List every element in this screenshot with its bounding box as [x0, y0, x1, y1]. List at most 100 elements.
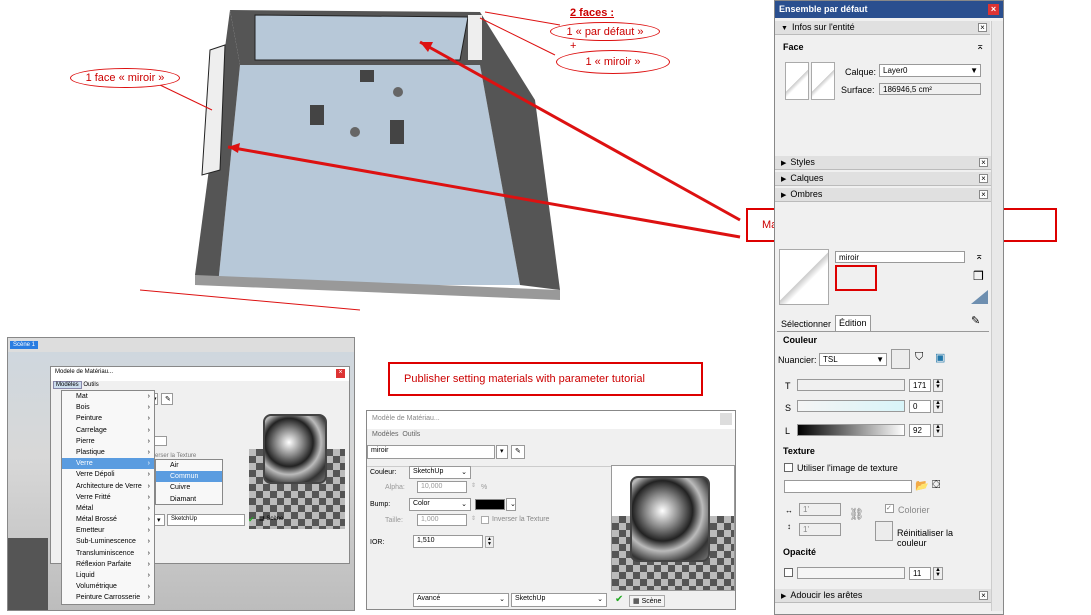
bump-color-swatch[interactable] — [475, 499, 505, 510]
browse-folder-icon[interactable]: 📂 — [915, 479, 929, 492]
menu-item-emetteur[interactable]: Emetteur › — [62, 525, 154, 536]
menu-item-architecture-verre[interactable]: Architecture de Verre › — [62, 481, 154, 492]
invert-checkbox[interactable] — [481, 516, 489, 524]
menu-item-peinture-carrosserie[interactable]: Peinture Carrosserie › — [62, 592, 154, 603]
t-value[interactable]: 171 — [909, 379, 931, 392]
material-name-field[interactable]: miroir — [367, 445, 495, 459]
menu-item-metal[interactable]: Métal › — [62, 503, 154, 514]
eyedropper-icon[interactable]: ✎ — [511, 445, 525, 459]
create-material-icon[interactable]: ❒ — [973, 269, 984, 283]
menu-item-verre-fritte[interactable]: Verre Fritté › — [62, 492, 154, 503]
menu-item-pierre[interactable]: Pierre › — [62, 436, 154, 447]
opacity-slider[interactable] — [797, 567, 905, 579]
use-texture-checkbox[interactable] — [784, 463, 793, 472]
menu-item-metal-brosse[interactable]: Métal Brossé › — [62, 514, 154, 525]
section-ombres[interactable]: ▶ Ombres × — [775, 188, 991, 202]
close-icon[interactable] — [720, 413, 732, 425]
small-bump-color[interactable] — [153, 436, 167, 446]
color-swatch[interactable] — [891, 349, 910, 369]
taille-spinner[interactable]: ⇕ — [471, 515, 476, 522]
submenu-item-cuivre[interactable]: Cuivre — [156, 482, 222, 493]
nuancier-select[interactable]: TSL ▼ — [819, 353, 887, 366]
link-chain-icon[interactable]: ⛓ — [849, 507, 864, 521]
section-styles[interactable]: ▶ Styles × — [775, 156, 991, 170]
menu-item-carrelage[interactable]: Carrelage › — [62, 425, 154, 436]
scene-button[interactable]: ▦ Scène — [259, 515, 283, 522]
texture-height[interactable]: 1' — [799, 523, 841, 536]
eyedropper-icon[interactable]: ✎ — [161, 393, 173, 405]
texture-width[interactable]: 1' — [799, 503, 841, 516]
s-value[interactable]: 0 — [909, 400, 931, 413]
menu-item-verre[interactable]: Verre › — [62, 458, 154, 470]
menu-tools[interactable]: Outils — [83, 382, 98, 388]
l-slider[interactable] — [797, 424, 905, 436]
section-adoucir[interactable]: ▶ Adoucir les arêtes × — [775, 589, 991, 603]
edit-texture-icon[interactable]: ⛋ — [932, 479, 940, 492]
menu-models[interactable]: Modèles — [372, 431, 398, 438]
bump-color-dropdown[interactable]: ⌄ — [506, 498, 516, 511]
submenu-item-air[interactable]: Air — [156, 460, 222, 471]
tab-edit[interactable]: Édition — [835, 315, 871, 331]
taille-field[interactable]: 1,000 — [417, 514, 467, 526]
submenu-item-diamant[interactable]: Diamant — [156, 494, 222, 505]
entity-info-header[interactable]: ▼ Infos sur l'entité × — [775, 21, 990, 35]
advanced-select[interactable]: Avancé ⌄ — [413, 593, 509, 607]
menu-models[interactable]: Modèles — [53, 381, 82, 389]
menu-item-transluminiscence[interactable]: Transluminiscence › — [62, 548, 154, 559]
menu-item-plastique[interactable]: Plastique › — [62, 447, 154, 458]
close-icon[interactable]: × — [978, 23, 987, 32]
pin-icon[interactable]: ⌅ — [975, 251, 983, 262]
calque-select[interactable]: Layer0 ▼ — [879, 64, 981, 77]
reset-color-swatch[interactable] — [875, 521, 893, 541]
tray-scrollbar[interactable] — [991, 21, 1003, 611]
material-name-field[interactable]: miroir — [835, 251, 965, 263]
menu-tools[interactable]: Outils — [402, 431, 420, 438]
couleur-select[interactable]: SketchUp ⌄ — [409, 466, 471, 479]
check-icon[interactable]: ✔ — [615, 594, 623, 605]
menu-item-liquid[interactable]: Liquid › — [62, 570, 154, 581]
menu-item-bois[interactable]: Bois › — [62, 402, 154, 413]
opacity-value[interactable]: 11 — [909, 567, 931, 580]
t-spinner[interactable]: ▲ ▼ — [933, 379, 943, 392]
opacity-checkbox[interactable] — [784, 568, 793, 577]
texture-path-field[interactable] — [784, 480, 912, 493]
menu-item-sub-luminescence[interactable]: Sub-Luminescence › — [62, 536, 154, 547]
menu-item-mat[interactable]: Mat › — [62, 391, 154, 402]
bump-select[interactable]: Color ⌄ — [409, 498, 471, 511]
l-value[interactable]: 92 — [909, 424, 931, 437]
colorier-checkbox[interactable]: ✓ — [885, 504, 894, 513]
pin-icon[interactable]: ⌅ — [976, 41, 984, 52]
menu-item-reflexion-parfaite[interactable]: Réflexion Parfaite › — [62, 559, 154, 570]
name-dropdown[interactable]: ▾ — [496, 445, 508, 459]
check-icon[interactable]: ✔ — [248, 515, 255, 524]
eyedropper-icon[interactable]: ✎ — [971, 314, 980, 327]
sample-paint-icon[interactable] — [971, 290, 988, 304]
section-calques[interactable]: ▶ Calques × — [775, 172, 991, 186]
alpha-field[interactable]: 10,000 — [417, 481, 467, 493]
match-screen-color-icon[interactable]: ▣ — [935, 351, 945, 364]
l-spinner[interactable]: ▲ ▼ — [933, 424, 943, 437]
ior-field[interactable]: 1,510 — [413, 535, 483, 548]
callout-one-face-miroir: 1 face « miroir » — [70, 68, 180, 88]
s-slider[interactable] — [797, 400, 905, 412]
close-icon[interactable]: × — [336, 369, 345, 378]
close-icon[interactable]: × — [988, 4, 999, 15]
ior-spinner[interactable]: ▲ ▼ — [485, 536, 494, 548]
tab-select[interactable]: Sélectionner — [781, 319, 831, 329]
reset-color-label[interactable]: Réinitialiser la couleur — [897, 528, 983, 548]
opacity-spinner[interactable]: ▲ ▼ — [933, 567, 943, 580]
submenu-item-commun[interactable]: Commun — [156, 471, 222, 483]
menu-item-volumetrique[interactable]: Volumétrique › — [62, 581, 154, 592]
menu-item-verre-depoli[interactable]: Verre Dépoli › — [62, 469, 154, 480]
front-face-swatch[interactable] — [785, 62, 809, 100]
scene-button[interactable]: ▦ Scène — [629, 595, 666, 607]
small-sketchup-select[interactable]: SketchUp — [167, 514, 245, 526]
alpha-spinner[interactable]: ⇕ — [471, 482, 476, 489]
menu-item-peinture[interactable]: Peinture › — [62, 413, 154, 424]
t-slider[interactable] — [797, 379, 905, 391]
back-face-swatch[interactable] — [811, 62, 835, 100]
match-model-color-icon[interactable]: ⛉ — [915, 351, 923, 364]
scene-tab[interactable]: Scène 1 — [10, 341, 39, 349]
sketchup-select[interactable]: SketchUp ⌄ — [511, 593, 607, 607]
s-spinner[interactable]: ▲ ▼ — [933, 400, 943, 413]
